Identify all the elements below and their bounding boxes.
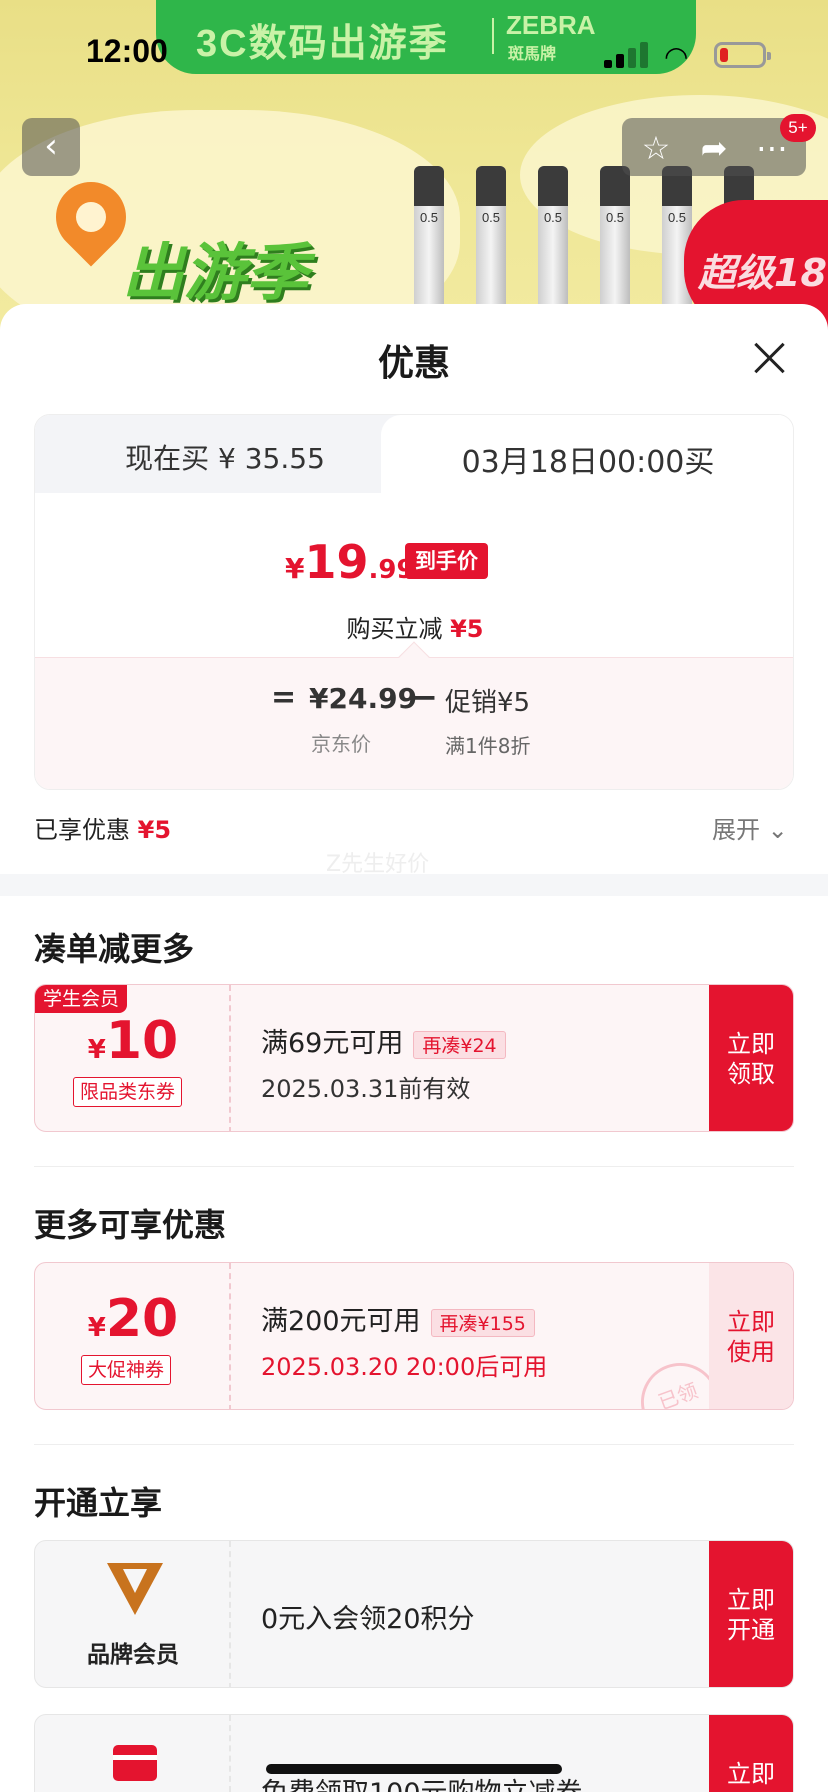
banner-separator <box>492 18 494 54</box>
shopping-voucher-card: 免费领取100元购物立减券 立即 <box>34 1714 794 1792</box>
equals-sign: = <box>271 680 297 715</box>
sheet-title: 优惠 <box>377 343 450 384</box>
star-icon[interactable]: ☆ <box>634 126 678 170</box>
coupon-amount: ¥10 <box>87 1011 179 1071</box>
join-member-button[interactable]: 立即 开通 <box>709 1541 793 1687</box>
coupon-type: 大促神券 <box>81 1355 172 1385</box>
coupon-mega-sale: ¥20 大促神券 满200元可用 再凑¥155 2025.03.20 20:00后… <box>34 1262 794 1410</box>
section-title-more-available: 更多可享优惠 <box>34 1206 227 1244</box>
brand-logo-icon <box>107 1563 163 1615</box>
price-card: 现在买 ¥ 35.55 03月18日00:00买 ¥19.99 到手价 购买立减… <box>34 414 794 790</box>
final-price-panel: ¥19.99 到手价 购买立减 ¥5 <box>35 493 793 657</box>
campaign-logo: 出游季 <box>122 236 309 309</box>
coupon-date: 2025.03.20 20:00后可用 <box>261 1353 548 1381</box>
expand-toggle[interactable]: 展开 ⌄ <box>712 810 788 845</box>
claim-coupon-button[interactable]: 立即 领取 <box>709 985 793 1131</box>
credit-card-icon <box>113 1745 157 1781</box>
battery-icon <box>714 42 771 68</box>
product-hero: 3C数码出游季 ZEBRA 斑馬牌 出游季 0.5 0.5 0.5 0.5 0.… <box>0 0 828 330</box>
coupon-tag: 学生会员 <box>35 985 128 1013</box>
coupon-amount: ¥20 <box>87 1289 179 1349</box>
wifi-icon: ◠ <box>664 40 689 73</box>
banner-title: 3C数码出游季 <box>196 23 449 65</box>
back-chevron-icon: ‹ <box>44 126 58 166</box>
section-divider <box>0 874 828 896</box>
claim-voucher-button[interactable]: 立即 <box>709 1715 793 1792</box>
brand-member-badge: 品牌会员 <box>35 1541 231 1687</box>
discount-sheet: 优惠 现在买 ¥ 35.55 03月18日00:00买 ¥19.99 到手价 购… <box>0 304 828 1792</box>
tab-buy-now[interactable]: 现在买 ¥ 35.55 <box>35 415 415 493</box>
banner-brand-cn: 斑馬牌 <box>508 44 557 63</box>
section-title-more-discount: 凑单减更多 <box>34 930 195 968</box>
price-breakdown: = ¥24.99 京东价 − 促销¥5 满1件8折 <box>35 641 793 789</box>
final-price: ¥19.99 <box>285 535 415 589</box>
brand-member-label: 品牌会员 <box>87 1642 179 1668</box>
enjoyed-discount: 已享优惠 ¥5 <box>34 816 172 844</box>
brand-member-card: 品牌会员 0元入会领20积分 立即 开通 <box>34 1540 794 1688</box>
coupon-value: 学生会员 ¥10 限品类东券 <box>35 985 231 1131</box>
coupon-type: 限品类东券 <box>73 1077 183 1107</box>
notification-badge: 5+ <box>780 114 816 142</box>
use-coupon-button[interactable]: 立即 使用 <box>709 1263 793 1409</box>
tab-buy-later[interactable]: 03月18日00:00买 <box>381 415 793 493</box>
coupon-value: ¥20 大促神券 <box>35 1263 231 1409</box>
coupon-student: 学生会员 ¥10 限品类东券 满69元可用 再凑¥24 2025.03.31前有效… <box>34 984 794 1132</box>
close-icon[interactable] <box>752 340 788 376</box>
status-time: 12:00 <box>86 33 168 69</box>
promo-amount: 促销¥5 <box>445 688 531 718</box>
share-icon[interactable]: ➦ <box>692 126 736 170</box>
coupon-date: 2025.03.31前有效 <box>261 1075 471 1103</box>
final-price-tag: 到手价 <box>405 543 488 579</box>
voucher-desc: 免费领取100元购物立减券 <box>261 1771 583 1792</box>
signal-icon <box>604 42 648 68</box>
jd-price: ¥24.99 <box>309 682 418 715</box>
voucher-badge <box>35 1715 231 1792</box>
divider <box>34 1166 794 1167</box>
coupon-need: 再凑¥155 <box>430 1308 535 1337</box>
coupon-need: 再凑¥24 <box>413 1030 506 1059</box>
back-button[interactable]: ‹ <box>22 118 80 176</box>
section-title-open-enjoy: 开通立享 <box>34 1484 163 1522</box>
jd-price-label: 京东价 <box>311 732 371 756</box>
banner-brand: ZEBRA <box>506 10 596 40</box>
brand-member-desc: 0元入会领20积分 <box>261 1604 475 1635</box>
promo-label: 满1件8折 <box>445 734 531 758</box>
instant-cut: 购买立减 ¥5 <box>346 615 484 643</box>
home-indicator[interactable] <box>266 1764 562 1774</box>
minus-sign: − <box>411 678 438 716</box>
action-bar: ☆ ➦ ⋯ <box>622 118 806 176</box>
divider <box>34 1444 794 1445</box>
coupon-condition: 满69元可用 再凑¥24 <box>261 1021 506 1060</box>
coupon-condition: 满200元可用 再凑¥155 <box>261 1299 535 1338</box>
